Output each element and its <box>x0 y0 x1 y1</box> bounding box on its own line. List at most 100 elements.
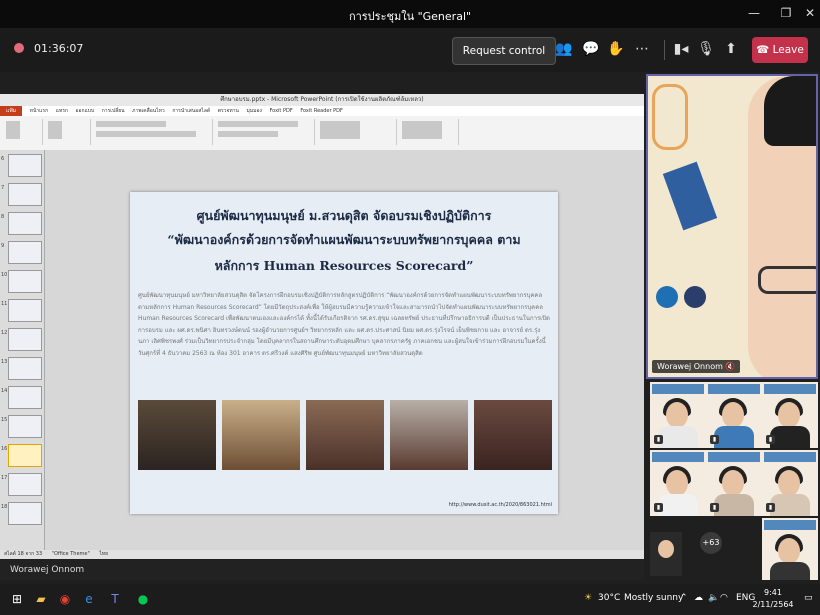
tab-design[interactable]: ออกแบบ <box>76 106 95 116</box>
chrome-icon[interactable]: ◉ <box>56 590 74 608</box>
tab-view[interactable]: มุมมอง <box>247 106 262 116</box>
minimize-icon[interactable]: — <box>744 6 764 20</box>
participant-tile[interactable]: ▮ <box>762 450 818 516</box>
thumbnail-number: 8 <box>1 214 5 220</box>
restore-icon[interactable]: ❐ <box>776 6 796 20</box>
slide-thumbnail[interactable] <box>8 299 42 322</box>
participant-tile[interactable]: ▮ <box>706 382 762 448</box>
network-icon[interactable]: ☁ <box>694 593 703 603</box>
photo-2 <box>222 400 300 470</box>
theme-name: "Office Theme" <box>51 551 90 557</box>
slide-thumbnail[interactable] <box>8 444 42 467</box>
slide-thumbnail[interactable] <box>8 502 42 525</box>
folder-decoration <box>662 161 718 231</box>
spotlight-name: Worawej Onnom <box>657 362 723 371</box>
slide-counter: สไลด์ 18 จาก 33 <box>4 551 43 557</box>
presenter-hair <box>764 76 816 146</box>
ribbon-group-editing[interactable] <box>398 119 459 145</box>
chevron-up-icon[interactable]: ⌃ <box>680 593 688 603</box>
raise-hand-icon[interactable]: ✋ <box>607 41 625 57</box>
participant-tile[interactable]: ▮ <box>762 382 818 448</box>
paperclip-decoration <box>652 84 688 150</box>
participants-icon[interactable]: 👥 <box>555 41 573 57</box>
ribbon-group-paragraph[interactable] <box>214 119 315 145</box>
wifi-icon[interactable]: ◠ <box>720 593 728 603</box>
weather-temp: 30°C <box>598 593 621 603</box>
meeting-timer: 01:36:07 <box>34 42 84 55</box>
slide-thumbnail[interactable] <box>8 357 42 380</box>
slide-thumbnail[interactable] <box>8 328 42 351</box>
start-icon[interactable]: ⊞ <box>8 590 26 608</box>
clock[interactable]: 9:41 2/11/2564 <box>748 587 798 611</box>
tab-animations[interactable]: ภาพเคลื่อนไหว <box>132 106 165 116</box>
share-screen-icon[interactable]: ⬆ <box>722 41 740 57</box>
status-bar: สไลด์ 18 จาก 33 "Office Theme" ไทย <box>0 550 644 559</box>
mic-muted-icon: ▮ <box>710 435 719 444</box>
mic-muted-icon: ▮ <box>710 503 719 512</box>
notification-icon[interactable]: ▭ <box>804 593 813 603</box>
thumbnail-number: 16 <box>1 446 8 452</box>
participant-tile[interactable] <box>762 518 818 580</box>
weather-icon: ☀ <box>584 593 593 603</box>
slide-thumbnail[interactable] <box>8 212 42 235</box>
spotlight-video[interactable]: Worawej Onnom 🔇 <box>646 74 818 379</box>
volume-icon[interactable]: 🔈 <box>708 593 719 603</box>
mic-muted-icon: ▮ <box>654 435 663 444</box>
slide-thumbnail[interactable] <box>8 270 42 293</box>
thumbnail-number: 14 <box>1 388 8 394</box>
close-icon[interactable]: ✕ <box>800 6 820 20</box>
mic-muted-icon[interactable]: 🎙 <box>697 41 715 57</box>
file-explorer-icon[interactable]: ▰ <box>32 590 50 608</box>
more-participants-badge[interactable]: +63 <box>700 532 722 554</box>
line-icon[interactable]: ● <box>134 590 152 608</box>
thumbnail-number: 7 <box>1 185 5 191</box>
thumbnail-number: 9 <box>1 243 5 249</box>
tab-transitions[interactable]: การเปลี่ยน <box>102 106 125 116</box>
powerpoint-title-bar: ศึกษาอบรม.pptx - Microsoft PowerPoint (ก… <box>0 94 644 106</box>
tab-foxit-reader-pdf[interactable]: Foxit Reader PDF <box>300 106 343 116</box>
photo-4 <box>390 400 468 470</box>
divider <box>664 40 665 60</box>
ribbon-group-slides[interactable] <box>44 119 91 145</box>
self-avatar <box>658 540 674 558</box>
tab-home[interactable]: หน้าแรก <box>30 106 48 116</box>
self-view[interactable] <box>650 532 682 576</box>
tab-file[interactable]: แฟ้ม <box>0 106 23 116</box>
ribbon-group-font[interactable] <box>92 119 213 145</box>
thumbnail-number: 12 <box>1 330 8 336</box>
more-actions-icon[interactable]: ⋯ <box>633 41 651 57</box>
leave-button[interactable]: ☎ Leave <box>752 37 808 63</box>
thumbnail-number: 18 <box>1 504 8 510</box>
tab-insert[interactable]: แทรก <box>56 106 68 116</box>
tab-slideshow[interactable]: การนำเสนอสไลด์ <box>172 106 210 116</box>
participant-tile[interactable]: ▮ <box>650 382 706 448</box>
teams-icon[interactable]: T <box>106 590 124 608</box>
participant-tile[interactable]: ▮ <box>706 450 762 516</box>
slide-thumbnails: 6 7 8 9 10 11 12 13 14 15 16 17 18 <box>0 150 45 550</box>
title-bar: การประชุมใน "General" — ❐ ✕ <box>0 0 820 28</box>
tab-foxit-pdf[interactable]: Foxit PDF <box>269 106 292 116</box>
edge-icon[interactable]: e <box>80 590 98 608</box>
thumbnail-number: 13 <box>1 359 8 365</box>
ribbon-group-drawing[interactable] <box>316 119 397 145</box>
request-control-button[interactable]: Request control <box>452 37 556 65</box>
weather-desc: Mostly sunny <box>624 593 684 603</box>
ribbon <box>0 116 644 151</box>
leave-label: Leave <box>772 44 804 56</box>
slide-thumbnail[interactable] <box>8 386 42 409</box>
participant-tile[interactable]: ▮ <box>650 450 706 516</box>
slide-thumbnail[interactable] <box>8 154 42 177</box>
slide-thumbnail[interactable] <box>8 473 42 496</box>
slide-thumbnail[interactable] <box>8 183 42 206</box>
slide-thumbnail[interactable] <box>8 415 42 438</box>
ribbon-group-clipboard[interactable] <box>2 119 43 145</box>
logo-circle <box>656 286 678 308</box>
chat-icon[interactable]: 💬 <box>582 41 600 57</box>
clock-time: 9:41 <box>764 588 782 597</box>
slide-thumbnail[interactable] <box>8 241 42 264</box>
ribbon-tabs: แฟ้ม หน้าแรก แทรก ออกแบบ การเปลี่ยน ภาพเ… <box>0 106 644 116</box>
language: ไทย <box>99 551 109 557</box>
camera-icon[interactable]: ▮◂ <box>672 41 690 57</box>
window-title: การประชุมใน "General" <box>348 10 472 23</box>
tab-review[interactable]: ตรวจทาน <box>218 106 239 116</box>
